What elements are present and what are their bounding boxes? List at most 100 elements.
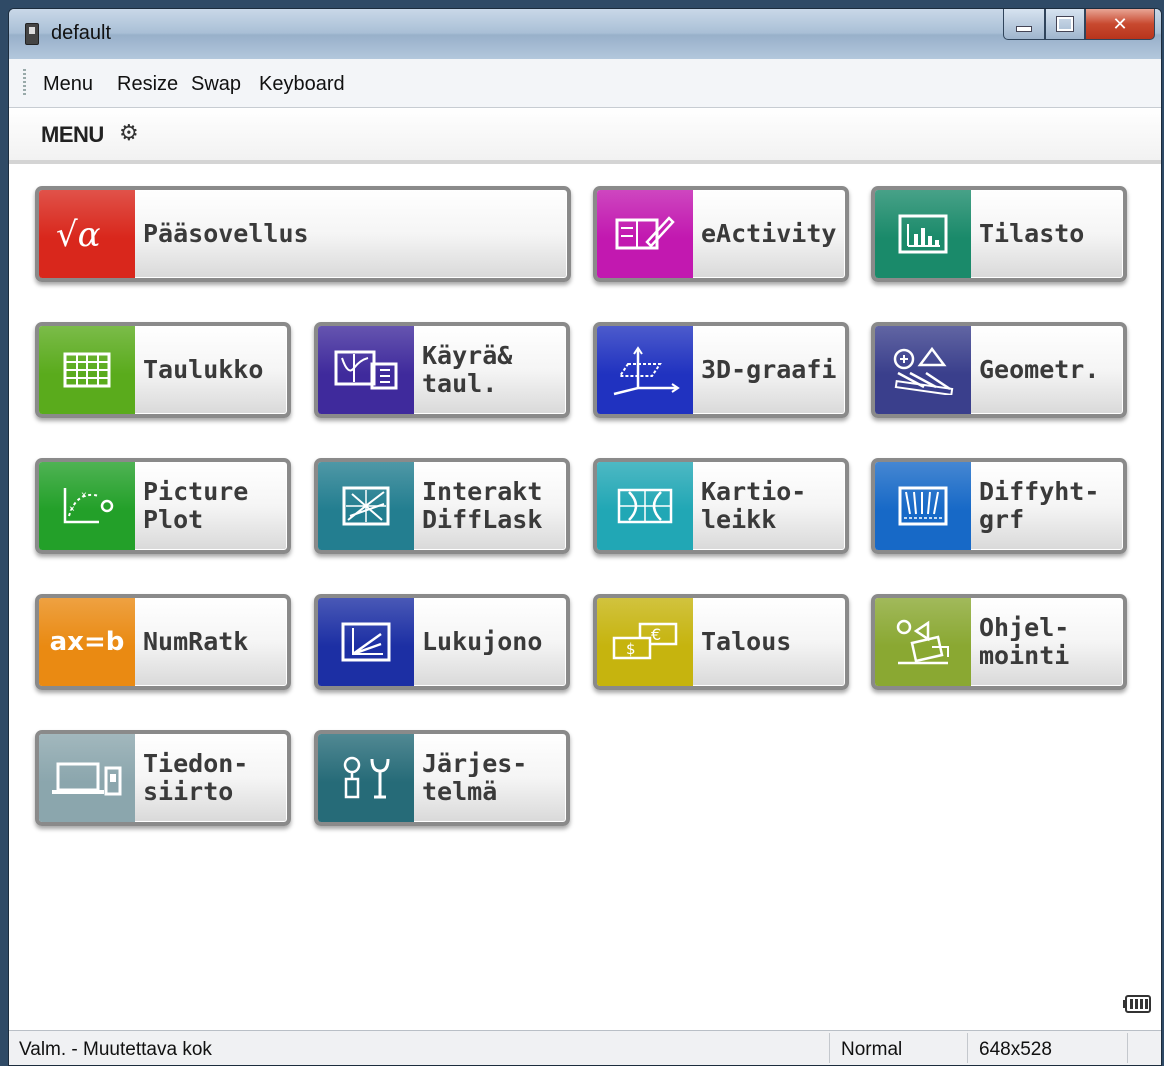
tile-label-line2: telmä [422,777,498,806]
tile-label-line1: Kartio- [701,477,807,506]
tile-label-line2: mointi [979,641,1070,670]
app-tile-tiedon[interactable]: Tiedon-siirto [35,730,291,826]
svg-text:×: × [69,504,75,515]
app-tile-järjes[interactable]: Järjes-telmä [314,730,570,826]
page-title: MENU [41,122,104,147]
ax-equals-b-icon: ax=b [39,598,135,686]
tile-label-line2: leikk [701,505,777,534]
icon-text: ax=b [49,627,125,657]
main-menu-screen: MENU ⚙ √α Pääsovellus eActivity Tilasto Taul… [9,108,1161,1031]
app-tile-geometr[interactable]: Geometr. [871,322,1127,418]
app-tile-lukujono[interactable]: Lukujono [314,594,570,690]
tile-label: Käyrä& taul. [422,326,558,414]
tile-label: NumRatk [143,598,279,686]
app-tile-talous[interactable]: € $ Talous [593,594,849,690]
tile-label-line1: Diffyht- [979,477,1100,506]
tile-label: 3D-graafi [701,326,837,414]
app-tile-numratk[interactable]: ax=b NumRatk [35,594,291,690]
status-mode: Normal [841,1039,903,1060]
finance-icon: € $ [597,598,693,686]
status-divider [829,1033,830,1063]
tile-label-line1: Interakt [422,477,543,506]
tile-label-line1: Tilasto [979,219,1085,248]
app-tile-3dgraafi[interactable]: 3D-graafi [593,322,849,418]
tile-label: Kartio-leikk [701,462,837,550]
tile-label-line1: Käyrä& [422,341,513,370]
sequence-icon [318,598,414,686]
conic-icon [597,462,693,550]
spreadsheet-icon [39,326,135,414]
picture-plot-icon: × × [39,462,135,550]
app-tile-eactivity[interactable]: eActivity [593,186,849,282]
tile-label-line2: taul. [422,369,498,398]
tile-label-line1: eActivity [701,219,837,248]
status-divider [1127,1033,1128,1063]
app-tile-ohjel[interactable]: Ohjel-mointi [871,594,1127,690]
tile-label-line1: Taulukko [143,355,264,384]
tile-label-line2: DiffLask [422,505,543,534]
toolbar-grip[interactable] [23,69,26,97]
status-bar: Valm. - Muutettava kok Normal 648x528 [9,1030,1161,1065]
maximize-icon [1056,16,1074,32]
menu-item-menu[interactable]: Menu [43,73,93,96]
app-window: default ✕ Menu Resize Swap Keyboard MENU… [8,8,1162,1066]
app-tile-tilasto[interactable]: Tilasto [871,186,1127,282]
geometry-icon [875,326,971,414]
tile-label: Geometr. [979,326,1115,414]
title-bar[interactable]: default ✕ [9,9,1161,59]
status-size: 648x528 [979,1039,1052,1060]
app-tile-kartio[interactable]: Kartio-leikk [593,458,849,554]
close-icon: ✕ [1112,13,1128,35]
svg-text:$: $ [626,640,636,658]
window-title: default [51,22,112,44]
tile-label: Picture Plot [143,462,279,550]
tile-label-line1: 3D-graafi [701,355,837,384]
calculator-app-icon [25,23,39,45]
diff-equation-icon [875,462,971,550]
tile-label: Lukujono [422,598,558,686]
tile-label-line2: grf [979,505,1025,534]
system-icon [318,734,414,822]
menu-bar: Menu Resize Swap Keyboard [9,59,1161,108]
app-tile-taulukko[interactable]: Taulukko [35,322,291,418]
app-tile-picture[interactable]: × × Picture Plot [35,458,291,554]
close-button[interactable]: ✕ [1085,9,1155,40]
battery-icon [1123,995,1151,1013]
tile-label-line1: Geometr. [979,355,1100,384]
menu-item-keyboard[interactable]: Keyboard [259,73,345,96]
svg-text:×: × [81,490,87,501]
tile-label-line1: Ohjel- [979,613,1070,642]
transfer-icon [39,734,135,822]
tile-label: Tilasto [979,190,1115,278]
maximize-button[interactable] [1045,9,1085,40]
tile-label-line1: Picture [143,477,249,506]
app-tile-käyrä[interactable]: Käyrä& taul. [314,322,570,418]
status-text: Valm. - Muutettava kok [19,1039,212,1060]
menu-item-resize[interactable]: Resize [117,73,178,96]
tile-label: Talous [701,598,837,686]
tile-label-line2: siirto [143,777,234,806]
app-tile-diffyht[interactable]: Diffyht-grf [871,458,1127,554]
program-icon [875,598,971,686]
minimize-button[interactable] [1003,9,1045,40]
minimize-icon [1016,26,1032,32]
tile-label: Taulukko [143,326,279,414]
tile-label-line1: Lukujono [422,627,543,656]
svg-text:€: € [651,625,661,644]
app-tile-pääsovellus[interactable]: √α Pääsovellus [35,186,571,282]
app-tile-interakt[interactable]: Interakt DiffLask [314,458,570,554]
tile-label-line1: Järjes- [422,749,528,778]
statistics-icon [875,190,971,278]
sqrt-alpha-icon: √α [39,190,135,278]
tile-label-line1: Talous [701,627,792,656]
eactivity-icon [597,190,693,278]
menu-item-swap[interactable]: Swap [191,73,241,96]
tile-label: Diffyht-grf [979,462,1115,550]
tile-label: Ohjel-mointi [979,598,1115,686]
tile-label: Tiedon-siirto [143,734,279,822]
tile-label: eActivity [701,190,837,278]
svg-text:√α: √α [56,215,101,254]
gear-icon[interactable]: ⚙ [119,120,139,146]
tile-label-line1: Pääsovellus [143,219,309,248]
graph-table-icon [318,326,414,414]
